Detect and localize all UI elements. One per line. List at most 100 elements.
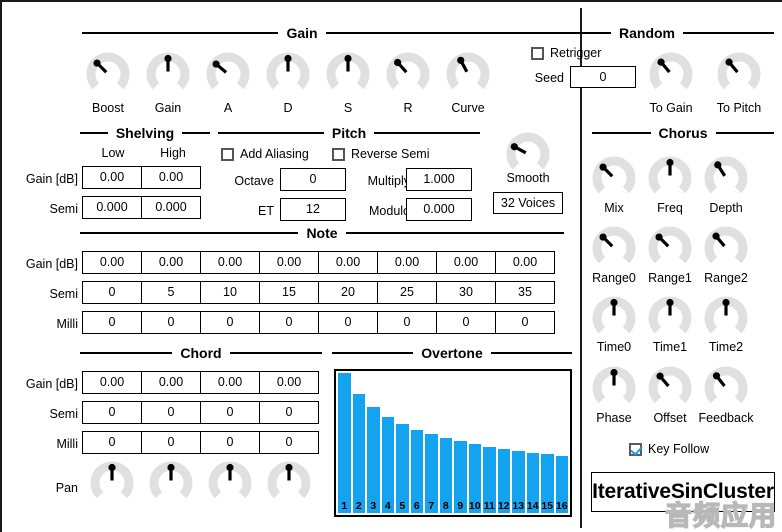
voices-display[interactable]: 32 Voices: [493, 192, 563, 214]
pitch-input-multiply[interactable]: 1.000: [406, 168, 472, 191]
note-cell[interactable]: 30: [436, 281, 496, 304]
chord-cell[interactable]: 0.00: [82, 371, 142, 394]
knob-to-pitch[interactable]: [715, 50, 763, 98]
chord-cell[interactable]: 0.00: [141, 371, 201, 394]
shelving-semi-low[interactable]: 0.000: [82, 196, 142, 219]
knob-pan-4[interactable]: [265, 459, 313, 507]
overtone-bar-label: 12: [497, 500, 510, 512]
pitch-input-octave[interactable]: 0: [280, 168, 346, 191]
pitch-input-modulo[interactable]: 0.000: [406, 198, 472, 221]
overtone-bar[interactable]: 15: [541, 454, 554, 513]
knob-mix[interactable]: [590, 154, 638, 202]
chord-cell[interactable]: 0: [200, 401, 260, 424]
checkbox-key-follow[interactable]: Key Follow: [629, 442, 709, 456]
chord-cell[interactable]: 0: [82, 401, 142, 424]
knob-time0[interactable]: [590, 294, 638, 342]
knob-curve[interactable]: [444, 50, 492, 98]
overtone-bar[interactable]: 5: [396, 424, 409, 513]
note-cell[interactable]: 35: [495, 281, 555, 304]
knob-range0[interactable]: [590, 224, 638, 272]
note-cell[interactable]: 0: [259, 311, 319, 334]
knob-depth[interactable]: [702, 154, 750, 202]
knob-pan-1[interactable]: [88, 459, 136, 507]
seed-input[interactable]: 0: [570, 66, 636, 88]
knob-decay[interactable]: [264, 50, 312, 98]
checkbox-reverse-semi-box[interactable]: [332, 147, 345, 161]
note-cell[interactable]: 10: [200, 281, 260, 304]
knob-gain[interactable]: [144, 50, 192, 98]
note-cell[interactable]: 25: [377, 281, 437, 304]
overtone-bar[interactable]: 9: [454, 441, 467, 513]
note-cell[interactable]: 0: [82, 281, 142, 304]
checkbox-add-aliasing[interactable]: Add Aliasing: [221, 147, 309, 161]
note-cell[interactable]: 0: [200, 311, 260, 334]
chord-cell[interactable]: 0: [141, 431, 201, 454]
note-cell[interactable]: 0.00: [377, 251, 437, 274]
note-cell[interactable]: 0: [82, 311, 142, 334]
knob-time1[interactable]: [646, 294, 694, 342]
note-cell[interactable]: 0.00: [436, 251, 496, 274]
overtone-bar-label: 6: [413, 500, 420, 512]
checkbox-add-aliasing-box[interactable]: [221, 147, 234, 161]
knob-feedback[interactable]: [702, 364, 750, 412]
checkbox-reverse-semi[interactable]: Reverse Semi: [332, 147, 430, 161]
note-cell[interactable]: 0.00: [82, 251, 142, 274]
chord-cell[interactable]: 0: [200, 431, 260, 454]
chord-cell[interactable]: 0: [141, 401, 201, 424]
note-cell[interactable]: 0: [495, 311, 555, 334]
overtone-bar-chart[interactable]: 1 2 3 4 5 6 7 8 9 10 11 12 13 14 15 16: [334, 369, 572, 517]
knob-sustain[interactable]: [324, 50, 372, 98]
knob-offset[interactable]: [646, 364, 694, 412]
note-cell[interactable]: 20: [318, 281, 378, 304]
overtone-bar[interactable]: 4: [381, 417, 394, 513]
knob-release[interactable]: [384, 50, 432, 98]
chord-cell[interactable]: 0: [82, 431, 142, 454]
pitch-input-et[interactable]: 12: [280, 198, 346, 221]
chord-cell[interactable]: 0: [259, 431, 319, 454]
overtone-bar[interactable]: 10: [468, 444, 481, 513]
overtone-bar[interactable]: 1: [338, 373, 351, 513]
overtone-bar[interactable]: 13: [512, 450, 525, 513]
knob-boost[interactable]: [84, 50, 132, 98]
overtone-bar[interactable]: 2: [352, 394, 365, 513]
checkbox-key-follow-box[interactable]: [629, 442, 642, 456]
note-cell[interactable]: 0.00: [259, 251, 319, 274]
overtone-bar[interactable]: 6: [410, 429, 423, 513]
checkbox-retrigger-box[interactable]: [531, 46, 544, 60]
knob-range1[interactable]: [646, 224, 694, 272]
overtone-bar[interactable]: 12: [497, 449, 510, 513]
shelving-semi-high[interactable]: 0.000: [141, 196, 201, 219]
knob-phase[interactable]: [590, 364, 638, 412]
note-row-label-milli: Milli: [56, 317, 78, 331]
knob-to-gain[interactable]: [647, 50, 695, 98]
note-cell[interactable]: 0.00: [318, 251, 378, 274]
overtone-bar[interactable]: 16: [555, 455, 568, 513]
overtone-bar[interactable]: 3: [367, 407, 380, 513]
chord-cell[interactable]: 0: [259, 401, 319, 424]
note-cell[interactable]: 0: [377, 311, 437, 334]
chord-cell[interactable]: 0.00: [200, 371, 260, 394]
checkbox-retrigger[interactable]: Retrigger: [531, 46, 601, 60]
note-cell[interactable]: 0.00: [495, 251, 555, 274]
rule-right: [345, 232, 564, 234]
note-cell[interactable]: 0.00: [141, 251, 201, 274]
chord-cell[interactable]: 0.00: [259, 371, 319, 394]
note-cell[interactable]: 0: [141, 311, 201, 334]
knob-pan-2[interactable]: [147, 459, 195, 507]
knob-time2[interactable]: [702, 294, 750, 342]
note-cell[interactable]: 5: [141, 281, 201, 304]
overtone-bar[interactable]: 7: [425, 434, 438, 513]
note-cell[interactable]: 0.00: [200, 251, 260, 274]
note-cell[interactable]: 0: [318, 311, 378, 334]
shelving-gain-low[interactable]: 0.00: [82, 166, 142, 189]
note-cell[interactable]: 15: [259, 281, 319, 304]
knob-attack[interactable]: [204, 50, 252, 98]
note-cell[interactable]: 0: [436, 311, 496, 334]
shelving-gain-high[interactable]: 0.00: [141, 166, 201, 189]
knob-range2[interactable]: [702, 224, 750, 272]
overtone-bar[interactable]: 8: [439, 438, 452, 513]
knob-pan-3[interactable]: [206, 459, 254, 507]
overtone-bar[interactable]: 11: [483, 446, 496, 513]
knob-freq[interactable]: [646, 154, 694, 202]
overtone-bar[interactable]: 14: [526, 452, 539, 513]
